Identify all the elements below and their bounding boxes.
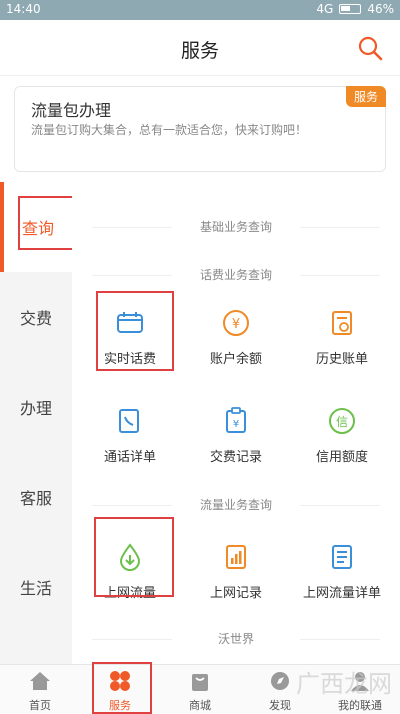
- promo-banner[interactable]: 流量包办理 流量包订购大集合，总有一款适合您，快来订购吧！ 服务: [14, 86, 386, 172]
- banner-title: 流量包办理: [31, 101, 112, 120]
- data-detail-icon: [332, 545, 352, 569]
- tab-label: 商城: [189, 699, 211, 712]
- nav-item-life[interactable]: 生活: [0, 542, 72, 632]
- grid-label: 通话详单: [103, 450, 156, 465]
- section-basic: 基础业务查询: [92, 218, 380, 235]
- battery-level: 46%: [367, 2, 394, 16]
- tab-mall[interactable]: 商城: [160, 665, 240, 714]
- grid-item-data-detail[interactable]: 上网流量详单: [292, 532, 392, 612]
- compass-icon: [271, 672, 289, 690]
- grid-label: 历史账单: [315, 352, 368, 367]
- svg-text:¥: ¥: [232, 317, 240, 332]
- highlight-box-query: [18, 196, 76, 250]
- bag-icon: [192, 674, 208, 691]
- tab-label: 首页: [29, 699, 51, 712]
- svg-text:¥: ¥: [233, 419, 239, 430]
- watermark: 广西龙网: [296, 670, 392, 698]
- grid-label: 信用额度: [315, 450, 368, 465]
- status-right: 4G 46%: [316, 2, 394, 16]
- grid-label: 交费记录: [209, 450, 262, 465]
- nav-item-support[interactable]: 客服: [0, 452, 72, 542]
- grid-item-data-record[interactable]: 上网记录: [186, 532, 286, 612]
- grid-item-account-balance[interactable]: ¥ 账户余额: [186, 298, 286, 378]
- payment-record-icon: ¥: [226, 407, 246, 433]
- bill-icon: [332, 311, 352, 335]
- left-nav: 查询 交费 办理 客服 生活: [0, 182, 72, 664]
- data-record-icon: [226, 545, 246, 569]
- banner-desc: 流量包订购大集合，总有一款适合您，快来订购吧！: [31, 123, 308, 137]
- home-icon: [30, 672, 50, 690]
- page-title: 服务: [180, 40, 219, 62]
- yen-icon: ¥: [223, 310, 249, 336]
- svg-text:信: 信: [336, 415, 348, 429]
- highlight-box-service-tab: [92, 662, 152, 714]
- grid-item-credit-limit[interactable]: 信 信用额度: [292, 396, 392, 476]
- nav-item-handle[interactable]: 办理: [0, 362, 72, 452]
- status-time: 14:40: [6, 2, 41, 16]
- grid-item-call-detail[interactable]: 通话详单: [80, 396, 180, 476]
- tab-home[interactable]: 首页: [0, 665, 80, 714]
- grid-item-history-bill[interactable]: 历史账单: [292, 298, 392, 378]
- section-data: 流量业务查询: [92, 496, 380, 513]
- grid-label: 上网流量详单: [302, 586, 381, 601]
- network-label: 4G: [316, 2, 334, 16]
- grid-label: 账户余额: [209, 352, 262, 367]
- status-bar: 14:40 4G 46%: [0, 0, 400, 20]
- nav-item-pay[interactable]: 交费: [0, 272, 72, 362]
- search-icon[interactable]: [356, 34, 384, 62]
- grid-item-payment-record[interactable]: ¥ 交费记录: [186, 396, 286, 476]
- call-list-icon: [119, 409, 139, 433]
- app-header: 服务: [0, 20, 400, 76]
- highlight-box-data-usage: [94, 517, 174, 597]
- banner-badge: 服务: [345, 86, 386, 107]
- grid-label: 上网记录: [209, 586, 262, 601]
- tab-label: 发现: [269, 699, 291, 712]
- credit-icon: 信: [329, 408, 355, 434]
- highlight-box-realtime-fee: [96, 291, 174, 371]
- tab-label: 我的联通: [338, 699, 382, 712]
- section-phone-fee: 话费业务查询: [92, 266, 380, 283]
- section-wo-world: 沃世界: [92, 630, 380, 647]
- battery-icon: [339, 4, 362, 14]
